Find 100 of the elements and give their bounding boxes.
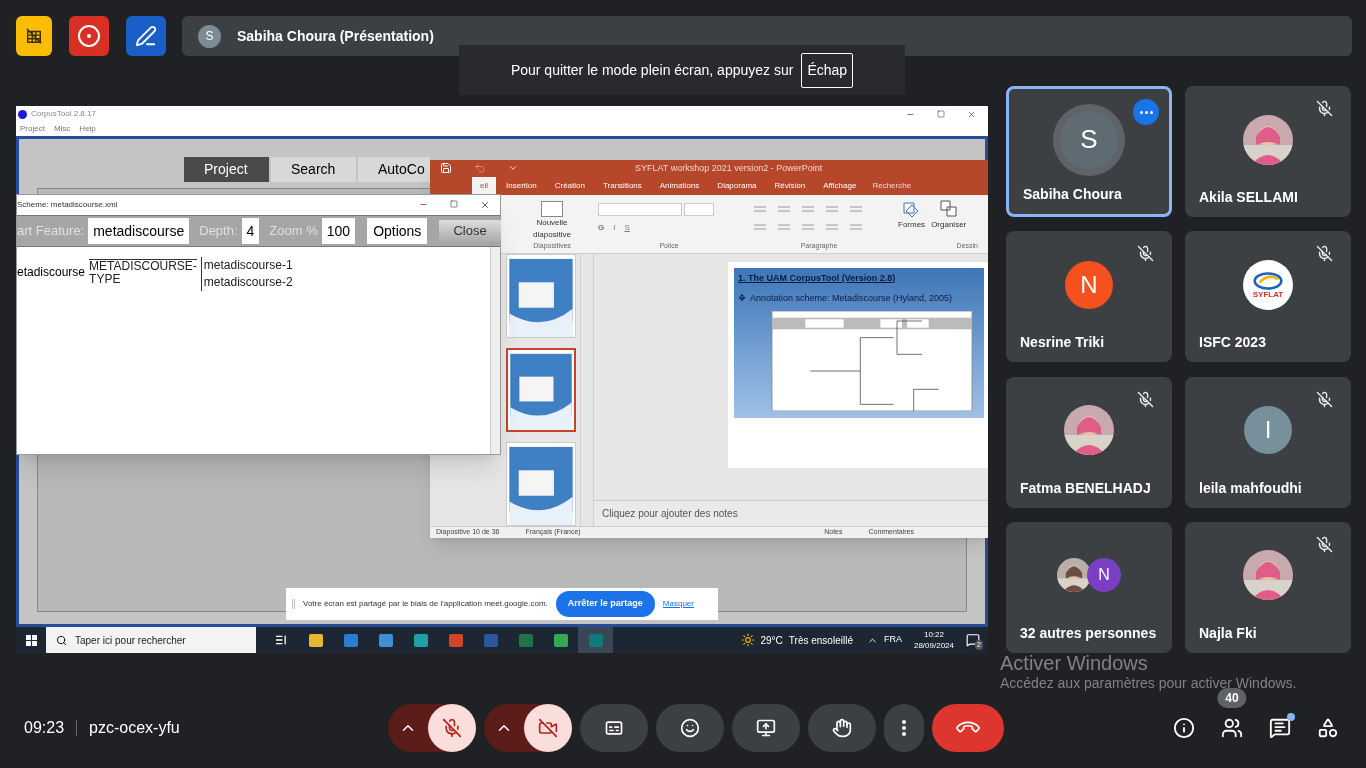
participant-tile[interactable]: SYFLAT ISFC 2023 [1185, 231, 1351, 363]
swirl-icon [1251, 270, 1285, 291]
end-call-button[interactable] [931, 704, 1004, 752]
ribbon-tab[interactable]: Animations [651, 176, 708, 195]
participant-tile[interactable]: S Sabiha Choura [1006, 86, 1172, 217]
raise-hand-button[interactable] [807, 704, 876, 752]
menu-item[interactable]: Project [20, 123, 45, 135]
emoji-icon [679, 718, 700, 738]
options-button[interactable]: Options [367, 218, 428, 244]
meeting-time: 09:23 [24, 718, 65, 738]
option-label: metadiscourse-1 [203, 257, 293, 274]
more-options-button[interactable] [883, 704, 924, 752]
menu-item[interactable]: Help [79, 123, 96, 135]
depth-field[interactable]: 4 [241, 218, 260, 244]
save-icon[interactable] [440, 162, 452, 175]
ribbon-tab[interactable]: Affichage [815, 176, 865, 195]
notice-text: Pour quitter le mode plein écran, appuyez sur [510, 60, 794, 80]
ribbon-tab[interactable]: Diaporama [709, 176, 765, 195]
option-label: metadiscourse-2 [203, 274, 293, 291]
maximize-icon[interactable] [450, 200, 458, 208]
close-icon[interactable] [967, 109, 976, 119]
field-label: art Feature: [17, 222, 85, 241]
stop-sharing-button[interactable]: Arrêter le partage [555, 591, 655, 617]
font-style-button[interactable]: S [624, 222, 630, 235]
weather-icon [740, 633, 755, 647]
ribbon-tab[interactable]: Insertion [498, 176, 545, 195]
window-title: SYFLAT workshop 2021 version2 - PowerPoint [635, 161, 823, 175]
participant-name: Fatma BENELHADJ [1020, 479, 1151, 496]
language-indicator[interactable]: FRA [883, 633, 902, 647]
bullet-icon: ❖ [738, 291, 746, 306]
zoom-field[interactable]: 100 [321, 218, 356, 244]
avatar: I [1244, 406, 1292, 454]
tab[interactable]: Project [184, 157, 269, 182]
participant-tile[interactable]: Najla Fki [1185, 521, 1351, 653]
tab[interactable]: AutoCo [358, 157, 430, 182]
font-size-field[interactable] [684, 202, 714, 216]
ribbon-tab[interactable]: Transitions [594, 176, 650, 195]
presenter-label: Sabiha Choura (Présentation) [237, 26, 434, 46]
window-title: Scheme: metadiscourse.xml [17, 199, 118, 211]
participant-tile[interactable]: I leila mahfoudhi [1185, 376, 1351, 508]
avatar: N [1065, 260, 1113, 309]
people-icon [1221, 717, 1243, 739]
close-button[interactable]: Close [439, 220, 501, 242]
meeting-code: pzc-ocex-yfu [89, 718, 180, 738]
camera-button[interactable] [523, 704, 572, 752]
slide-thumbnail[interactable] [506, 348, 576, 433]
participant-name: Nesrine Triki [1020, 334, 1105, 351]
activities-button[interactable] [1316, 716, 1340, 740]
ribbon-button-label[interactable]: Organiser [931, 218, 967, 231]
font-name-field[interactable] [598, 202, 682, 216]
hide-link[interactable]: Masquer [662, 598, 694, 610]
system-label: TYPE [89, 273, 122, 286]
captions-button[interactable] [579, 704, 648, 752]
crossed-grid-button[interactable] [16, 16, 52, 56]
scrollbar[interactable] [580, 254, 594, 527]
maximize-icon[interactable] [937, 109, 945, 118]
more-options-button[interactable] [1133, 99, 1159, 125]
arrange-icon[interactable] [938, 198, 959, 219]
system-label: METADISCOURSE- [89, 260, 197, 273]
field-label: Depth: [199, 222, 238, 241]
participant-tile[interactable]: N Nesrine Triki [1006, 231, 1172, 363]
participant-name: Najla Fki [1199, 624, 1257, 641]
tab[interactable]: Search [271, 157, 356, 182]
present-button[interactable] [731, 704, 800, 752]
font-style-button[interactable]: G [598, 222, 605, 235]
clock-time: 10:22 [923, 629, 944, 640]
app-icon [18, 109, 27, 119]
logo-text: SYFLAT [1252, 290, 1284, 299]
new-slide-button[interactable]: Nouvelle diapositive [524, 216, 580, 241]
chat-icon [1269, 717, 1291, 739]
field-label: Zoom % [269, 222, 318, 241]
hand-icon [831, 718, 852, 738]
record-button[interactable] [69, 16, 109, 56]
presenter-avatar: S [198, 24, 221, 48]
new-slide-icon[interactable] [541, 200, 563, 217]
info-button[interactable] [1172, 716, 1196, 740]
taskbar-search-field[interactable]: Taper ici pour rechercher [46, 627, 256, 653]
participant-tile[interactable]: N 32 autres personnes [1006, 521, 1172, 653]
start-feature-field[interactable]: metadiscourse [88, 218, 190, 244]
participant-tile[interactable]: Fatma BENELHADJ [1006, 376, 1172, 508]
emoji-button[interactable] [655, 704, 724, 752]
participant-name: Akila SELLAMI [1199, 189, 1298, 205]
tell-me-field[interactable]: Recherche [866, 176, 918, 195]
chat-button[interactable] [1268, 716, 1292, 740]
people-count: 40 [1217, 688, 1247, 708]
temperature: 29°C [760, 633, 783, 648]
ribbon-tab[interactable]: Création [546, 176, 593, 195]
microphone-button[interactable] [427, 704, 476, 752]
scrollbar[interactable] [490, 247, 500, 454]
close-icon[interactable] [480, 200, 490, 210]
menu-item[interactable]: Misc [53, 123, 71, 135]
captions-icon [603, 718, 624, 738]
crossed-grid-icon [25, 27, 43, 45]
root-feature-label: etadiscourse [17, 264, 86, 281]
participant-tile[interactable]: Akila SELLAMI [1185, 86, 1351, 217]
ribbon-button-label[interactable]: Formes [898, 218, 926, 231]
more-icon [901, 720, 906, 736]
ribbon-tab[interactable]: Révision [766, 176, 814, 195]
pen-button[interactable] [126, 16, 166, 56]
clock-date: 28/09/2024 [913, 640, 954, 651]
